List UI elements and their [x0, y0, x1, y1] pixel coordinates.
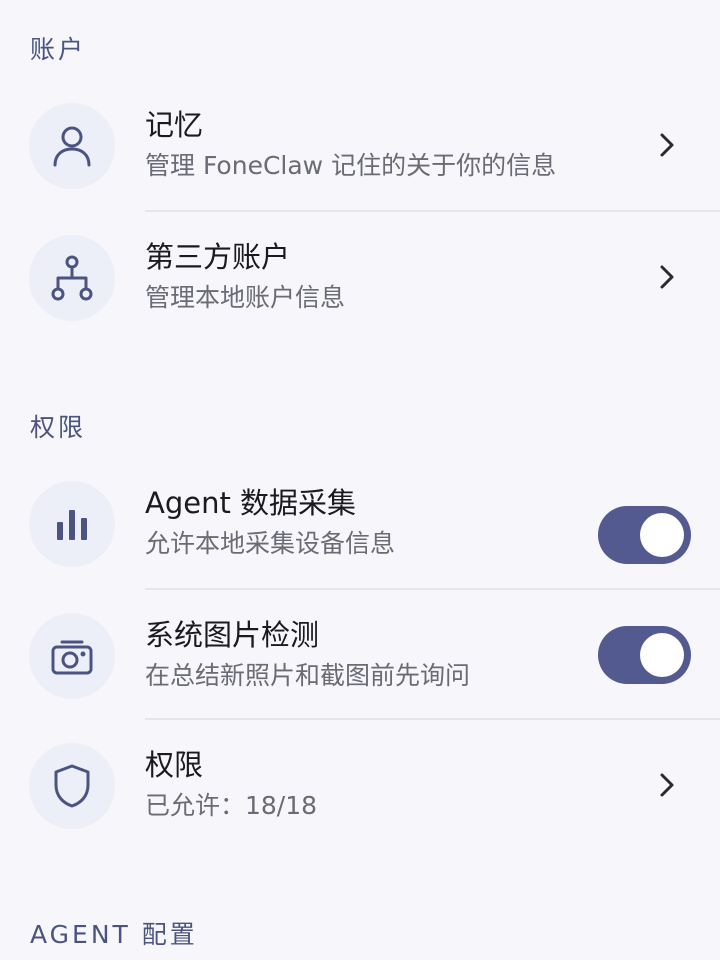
- system-image-detection-subtitle: 在总结新照片和截图前先询问: [145, 661, 471, 690]
- permissions-title: 权限: [145, 748, 204, 782]
- memory-subtitle: 管理 FoneClaw 记住的关于你的信息: [145, 151, 557, 180]
- permissions-row[interactable]: 权限 已允许：18/18: [0, 720, 720, 850]
- section-header-agent-config: AGENT 配置: [30, 920, 198, 949]
- agent-data-collection-subtitle: 允许本地采集设备信息: [145, 529, 396, 558]
- permissions-subtitle: 已允许：18/18: [145, 791, 318, 820]
- third-party-accounts-row[interactable]: 第三方账户 管理本地账户信息: [0, 212, 720, 342]
- chevron-right-icon: [660, 773, 674, 797]
- camera-icon: [29, 613, 115, 699]
- memory-title: 记忆: [145, 108, 204, 142]
- toggle-knob: [640, 513, 684, 557]
- system-image-detection-toggle[interactable]: [598, 626, 691, 684]
- system-image-detection-title: 系统图片检测: [145, 618, 320, 652]
- bar-chart-icon: [29, 481, 115, 567]
- person-icon: [29, 103, 115, 189]
- toggle-knob: [640, 633, 684, 677]
- memory-row[interactable]: 记忆 管理 FoneClaw 记住的关于你的信息: [0, 80, 720, 210]
- chevron-right-icon: [660, 265, 674, 289]
- settings-page: 账户 记忆 管理 FoneClaw 记住的关于你的信息 第三方账户 管理本地账户…: [0, 0, 720, 960]
- agent-data-collection-row: Agent 数据采集 允许本地采集设备信息: [0, 458, 720, 588]
- section-header-permissions: 权限: [30, 413, 87, 442]
- system-image-detection-row: 系统图片检测 在总结新照片和截图前先询问: [0, 590, 720, 720]
- shield-icon: [29, 743, 115, 829]
- third-party-accounts-subtitle: 管理本地账户信息: [145, 283, 346, 312]
- agent-data-collection-toggle[interactable]: [598, 506, 691, 564]
- third-party-accounts-title: 第三方账户: [145, 240, 291, 274]
- section-header-account: 账户: [30, 35, 87, 64]
- account-tree-icon: [29, 235, 115, 321]
- chevron-right-icon: [660, 133, 674, 157]
- agent-data-collection-title: Agent 数据采集: [145, 486, 357, 520]
